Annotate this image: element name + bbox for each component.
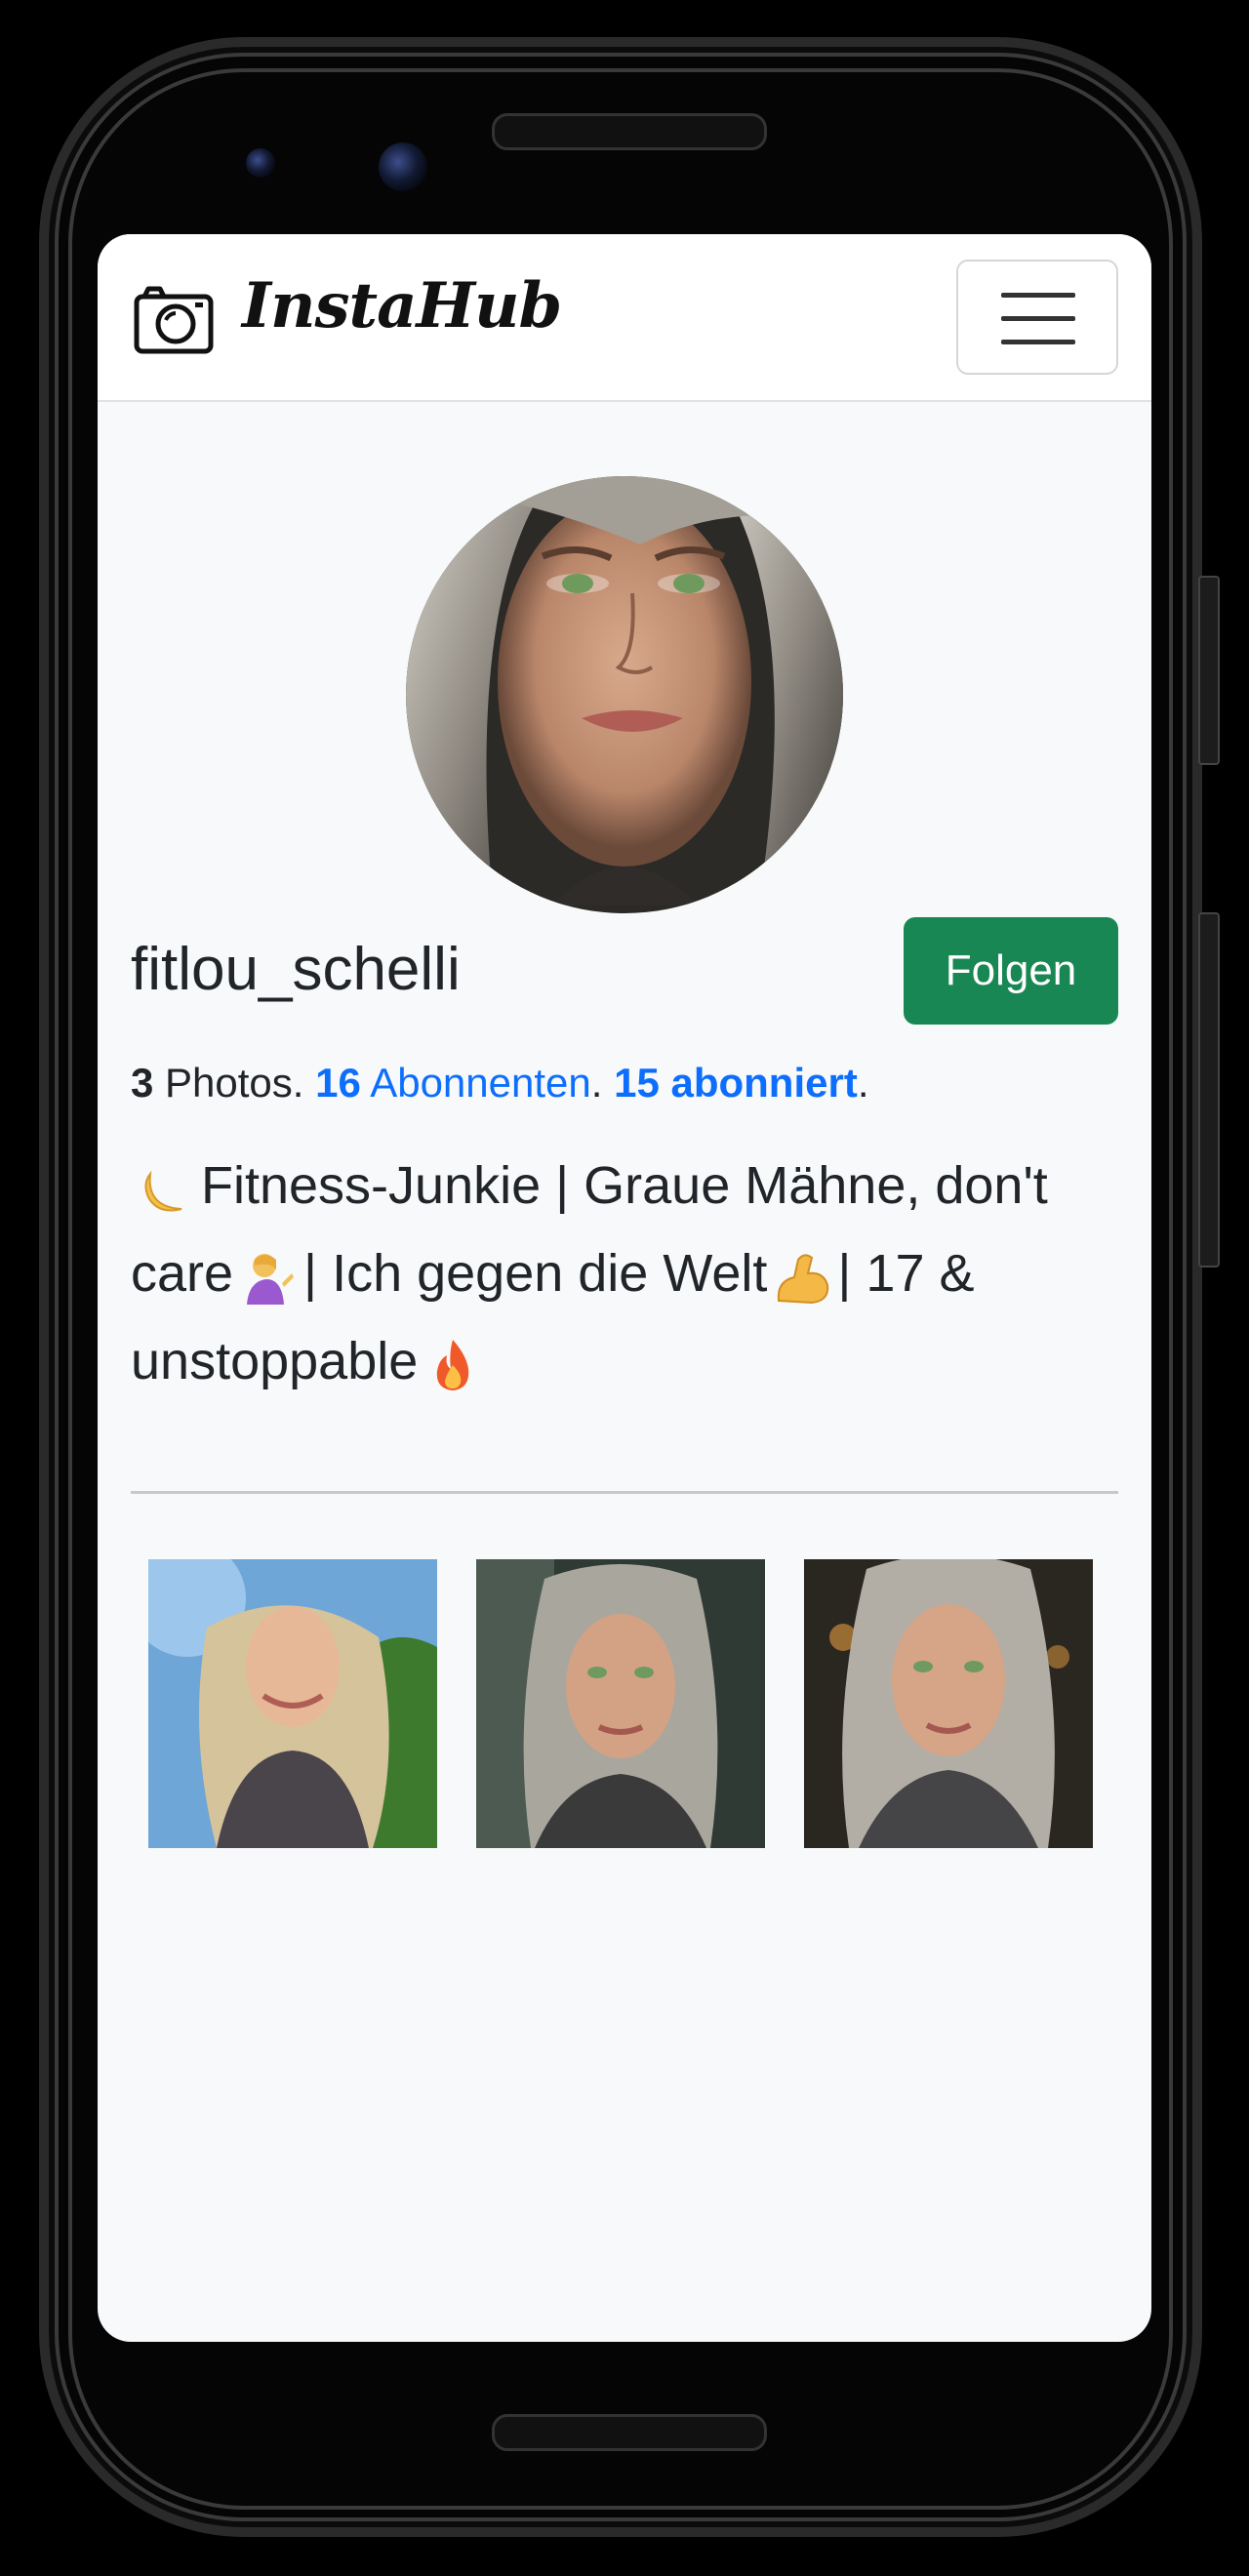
bottom-speaker: [492, 2414, 767, 2451]
profile-bio: Fitness-Junkie | Graue Mähne, don't care…: [131, 1142, 1116, 1405]
front-sensor: [246, 148, 275, 178]
woman-tipping-hand-icon: [247, 1253, 295, 1305]
post-image-1: [148, 1559, 437, 1848]
photos-label: Photos.: [153, 1060, 316, 1106]
crescent-moon-icon: [144, 1170, 182, 1212]
volume-button: [1198, 912, 1220, 1268]
followers-count: 16: [315, 1060, 361, 1106]
post-image-3: [804, 1559, 1093, 1848]
app-screen: InstaHub fitlou_schelli Folgen 3 Photos.…: [98, 234, 1151, 2342]
bio-line-2: | Ich gegen die Welt: [303, 1244, 768, 1303]
stats-end: .: [857, 1060, 869, 1106]
photos-count: 3: [131, 1060, 154, 1106]
section-divider: [131, 1491, 1118, 1494]
navbar: InstaHub: [98, 234, 1151, 402]
photo-grid: [148, 1559, 1114, 1848]
earpiece-speaker: [492, 113, 767, 150]
post-thumbnail-3[interactable]: [804, 1559, 1093, 1848]
hamburger-menu-button[interactable]: [956, 260, 1118, 375]
stats-separator: .: [590, 1060, 615, 1106]
avatar-image: [406, 476, 843, 913]
profile-avatar[interactable]: [406, 476, 843, 913]
brand-logo-text[interactable]: InstaHub: [242, 269, 562, 342]
power-button: [1198, 576, 1220, 765]
hamburger-menu-icon-bar: [1001, 340, 1075, 344]
flexed-biceps-icon: [778, 1254, 829, 1304]
post-thumbnail-1[interactable]: [148, 1559, 437, 1848]
post-thumbnail-2[interactable]: [476, 1559, 765, 1848]
hamburger-menu-icon-bar: [1001, 316, 1075, 321]
followers-label: Abonnenten: [360, 1060, 591, 1106]
following-link[interactable]: 15 abonniert: [614, 1060, 858, 1106]
front-camera: [379, 142, 427, 191]
profile-stats: 3 Photos. 16 Abonnenten. 15 abonniert.: [131, 1060, 869, 1107]
followers-link[interactable]: 16 Abonnenten: [315, 1060, 591, 1106]
following-text: 15 abonniert: [614, 1060, 858, 1106]
hamburger-menu-icon: [1001, 293, 1075, 298]
fire-icon: [437, 1339, 469, 1390]
follow-button[interactable]: Folgen: [904, 917, 1118, 1025]
profile-username: fitlou_schelli: [131, 936, 461, 1003]
post-image-2: [476, 1559, 765, 1848]
camera-icon[interactable]: [133, 281, 215, 355]
